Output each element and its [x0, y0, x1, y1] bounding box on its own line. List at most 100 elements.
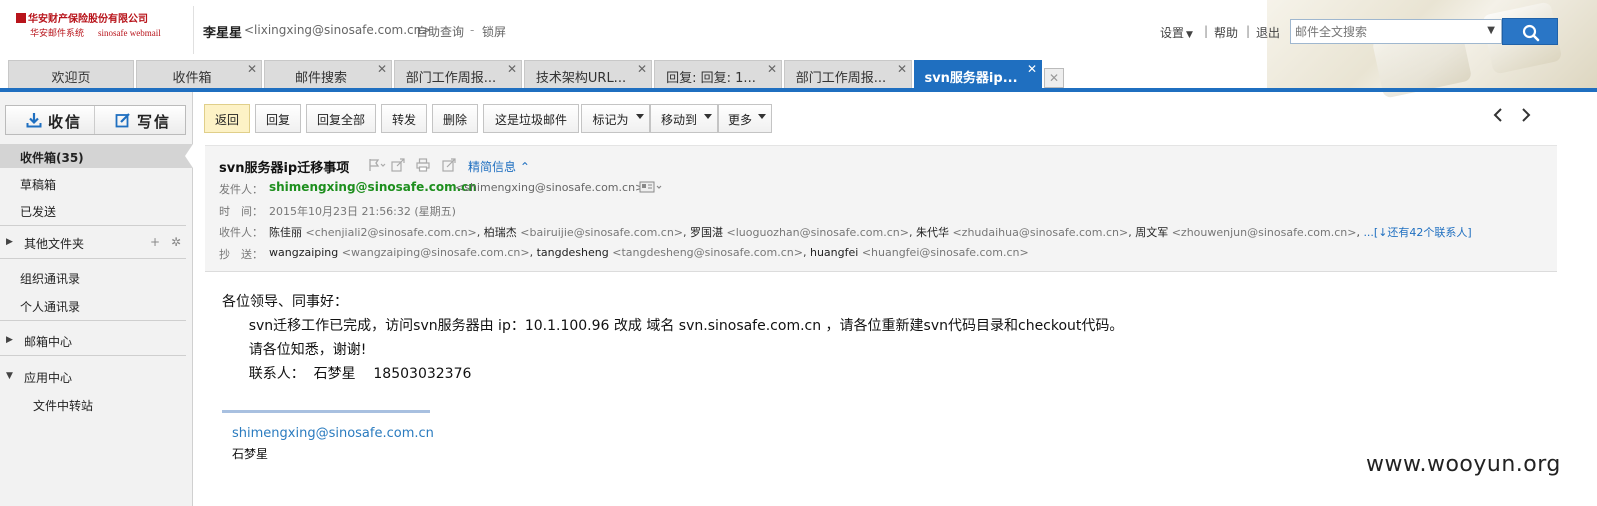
sidebar-item-inbox[interactable]: 收件箱(35) [0, 144, 193, 168]
help-link[interactable]: 帮助 [1214, 24, 1238, 41]
sidebar-divider [0, 225, 186, 226]
cc-recipient[interactable]: wangzaiping <wangzaiping@sinosafe.com.cn… [269, 246, 530, 259]
chevron-down-icon [758, 114, 766, 119]
sidebar: 收信 写信 收件箱(35) 草稿箱 已发送 ▶ 其他文件夹 + ✲ 组织通讯录 … [0, 92, 193, 506]
header-separator: | [1204, 24, 1209, 38]
close-icon[interactable]: ✕ [637, 62, 647, 76]
close-icon[interactable]: ✕ [507, 62, 517, 76]
tab-weekly-report-1[interactable]: 部门工作周报... ✕ [394, 60, 522, 88]
tab-welcome[interactable]: 欢迎页 [8, 60, 134, 88]
tab-bar: 欢迎页 收件箱 ✕ 邮件搜索 ✕ 部门工作周报... ✕ 技术架构URL... … [0, 58, 1597, 90]
move-to-dropdown[interactable]: 移动到 [650, 104, 718, 133]
close-icon[interactable]: ✕ [767, 62, 777, 76]
sidebar-item-file-transfer[interactable]: 文件中转站 [0, 392, 193, 416]
recipient[interactable]: 周文军 <zhouwenjun@sinosafe.com.cn> [1135, 226, 1356, 239]
from-label: 发件人： [219, 183, 263, 196]
sender-name[interactable]: shimengxing@sinosafe.com.cn [269, 180, 477, 194]
sidebar-item-app-center[interactable]: ▼ 应用中心 [0, 364, 193, 388]
compact-info-toggle[interactable]: 精简信息 ⌃ [468, 158, 530, 175]
app-header: 华安财产保险股份有限公司 华安邮件系统 sinosafe webmail 李星星 … [0, 0, 1597, 99]
recipient[interactable]: 朱代华 <zhudaihua@sinosafe.com.cn> [916, 226, 1128, 239]
body-line: svn迁移工作已完成，访问svn服务器由 ip：10.1.100.96 改成 域… [222, 318, 1124, 334]
search-box: ▼ [1290, 19, 1502, 44]
reply-all-button[interactable]: 回复全部 [306, 104, 376, 133]
more-dropdown[interactable]: 更多 [718, 104, 772, 133]
recipient[interactable]: 柏瑞杰 <bairuijie@sinosafe.com.cn> [484, 226, 683, 239]
search-icon [1522, 24, 1540, 42]
expand-triangle-icon[interactable]: ▶ [6, 335, 13, 345]
collapse-triangle-icon[interactable]: ▼ [6, 371, 13, 381]
settings-menu[interactable]: 设置 ▼ [1160, 24, 1193, 41]
cc-list: wangzaiping <wangzaiping@sinosafe.com.cn… [269, 246, 1029, 259]
print-icon[interactable] [416, 158, 430, 175]
recipient[interactable]: 陈佳丽 <chenjiali2@sinosafe.com.cn> [269, 226, 477, 239]
body-line: 联系人： 石梦星 18503032376 [222, 366, 472, 382]
more-recipients-link[interactable]: ...[↓还有42个联系人] [1363, 226, 1471, 239]
search-button[interactable] [1502, 18, 1558, 45]
sinosafe-logo: 华安财产保险股份有限公司 华安邮件系统 sinosafe webmail [16, 13, 166, 43]
sidebar-divider [0, 258, 186, 259]
spam-button[interactable]: 这是垃圾邮件 [483, 104, 579, 133]
next-mail-icon[interactable] [1520, 107, 1532, 128]
mail-header: svn服务器ip迁移事项 精简信息 ⌃ 发件人： shimengxing@sin… [205, 145, 1557, 272]
chevron-down-icon: ▼ [1186, 30, 1193, 40]
sidebar-item-org-contacts[interactable]: 组织通讯录 [0, 265, 193, 289]
recipient-list: 陈佳丽 <chenjiali2@sinosafe.com.cn>, 柏瑞杰 <b… [269, 226, 1472, 239]
expand-triangle-icon[interactable]: ▶ [6, 237, 13, 247]
tab-tech-architecture[interactable]: 技术架构URL... ✕ [524, 60, 652, 88]
body-line: 请各位知悉，谢谢! [222, 342, 367, 358]
header-separator: - [470, 23, 475, 37]
close-icon[interactable]: ✕ [897, 62, 907, 76]
mail-body: 各位领导、同事好： svn迁移工作已完成，访问svn服务器由 ip：10.1.1… [222, 290, 1123, 386]
open-new-window-icon[interactable] [442, 158, 456, 175]
sidebar-item-mailbox-center[interactable]: ▶ 邮箱中心 [0, 328, 193, 352]
close-icon[interactable]: ✕ [377, 62, 387, 76]
sidebar-item-personal-contacts[interactable]: 个人通讯录 [0, 293, 193, 317]
sender-address: <shimengxing@sinosafe.com.cn> [455, 181, 645, 194]
lock-screen-link[interactable]: 锁屏 [482, 23, 506, 40]
previous-mail-icon[interactable] [1492, 107, 1504, 128]
tab-inbox[interactable]: 收件箱 ✕ [136, 60, 262, 88]
write-mail-button[interactable]: 写信 [95, 106, 185, 134]
sidebar-item-drafts[interactable]: 草稿箱 [0, 171, 193, 195]
share-icon[interactable] [391, 158, 405, 175]
contact-card-icon[interactable] [639, 181, 663, 196]
signature-email[interactable]: shimengxing@sinosafe.com.cn [232, 426, 434, 441]
forward-button[interactable]: 转发 [381, 104, 427, 133]
reply-button[interactable]: 回复 [255, 104, 301, 133]
selection-arrow-icon [185, 144, 193, 168]
search-input[interactable] [1295, 23, 1480, 40]
delete-button[interactable]: 删除 [432, 104, 478, 133]
self-query-link[interactable]: 自助查询 [416, 23, 464, 40]
cc-recipient[interactable]: huangfei <huangfei@sinosafe.com.cn> [810, 246, 1029, 259]
close-all-tabs-icon[interactable]: ✕ [1044, 68, 1064, 88]
compose-bar: 收信 写信 [5, 105, 186, 135]
tab-reply[interactable]: 回复: 回复: 1... ✕ [654, 60, 782, 88]
cc-recipient[interactable]: tangdesheng <tangdesheng@sinosafe.com.cn… [537, 246, 803, 259]
search-scope-dropdown-icon[interactable]: ▼ [1487, 25, 1495, 36]
header-separator: | [1246, 24, 1251, 38]
flag-icon[interactable] [368, 158, 386, 175]
watermark: www.wooyun.org [1366, 452, 1561, 477]
gear-icon[interactable]: ✲ [171, 235, 181, 249]
cc-label: 抄 送： [219, 248, 263, 261]
mark-as-dropdown[interactable]: 标记为 [581, 104, 650, 133]
to-label: 收件人： [219, 226, 263, 239]
sidebar-item-other-folders[interactable]: ▶ 其他文件夹 + ✲ [0, 230, 193, 254]
tab-weekly-report-2[interactable]: 部门工作周报... ✕ [784, 60, 912, 88]
close-icon[interactable]: ✕ [247, 62, 257, 76]
sidebar-item-sent[interactable]: 已发送 [0, 198, 193, 222]
close-icon[interactable]: ✕ [1027, 62, 1037, 76]
user-email: <lixingxing@sinosafe.com.cn> [244, 23, 432, 37]
company-mark-icon [16, 13, 26, 23]
user-name: 李星星 [203, 26, 243, 41]
back-button[interactable]: 返回 [204, 104, 250, 133]
chevron-up-icon: ⌃ [519, 160, 530, 174]
recipient[interactable]: 罗国湛 <luoguozhan@sinosafe.com.cn> [690, 226, 909, 239]
receive-mail-button[interactable]: 收信 [6, 106, 95, 134]
add-folder-icon[interactable]: + [150, 235, 160, 249]
logout-link[interactable]: 退出 [1256, 24, 1280, 41]
tab-mail-search[interactable]: 邮件搜索 ✕ [264, 60, 392, 88]
tab-svn-server[interactable]: svn服务器ip... ✕ [914, 60, 1042, 88]
sidebar-divider [0, 320, 186, 321]
